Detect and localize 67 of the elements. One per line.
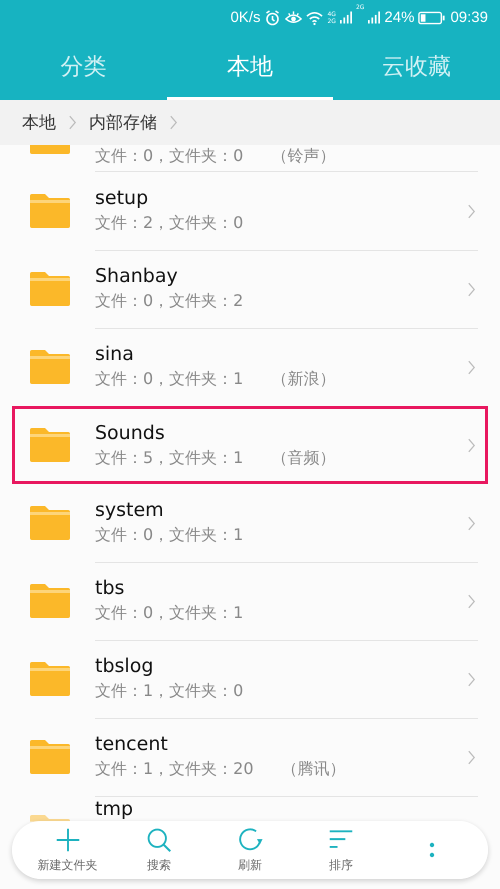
toolbar-button[interactable]: 排序 <box>301 826 382 874</box>
toolbar-button[interactable]: 刷新 <box>210 826 290 874</box>
folder-info: 文件：0，文件夹：1 <box>95 525 244 546</box>
chevron-icon <box>467 592 476 610</box>
folder-icon <box>28 427 72 463</box>
chevron-icon <box>467 358 476 376</box>
breadcrumb-item[interactable]: 内部存储 <box>89 111 157 134</box>
wifi-icon <box>306 10 324 26</box>
toolbar-button[interactable]: 搜索 <box>118 826 199 874</box>
folder-row[interactable]: Shanbay 文件：0，文件夹：2 <box>0 250 500 328</box>
folder-icon <box>28 271 72 307</box>
search-icon <box>146 826 172 852</box>
folder-row[interactable]: tencent 文件：1，文件夹：20 （腾讯） <box>0 718 500 796</box>
folder-row[interactable]: setup 文件：2，文件夹：0 <box>0 172 500 250</box>
folder-icon <box>28 505 72 541</box>
folder-icon <box>28 349 72 385</box>
chevron-icon <box>68 114 77 131</box>
network-speed: 0K/s <box>230 9 260 26</box>
chevron-icon <box>467 280 476 298</box>
folder-row[interactable]: sina 文件：0，文件夹：1 （新浪） <box>0 328 500 406</box>
folder-icon <box>28 193 72 229</box>
folder-info: 文件：0，文件夹：2 <box>95 291 244 312</box>
folder-tag: （腾讯） <box>282 759 346 780</box>
folder-tag: （新浪） <box>271 369 336 390</box>
folder-name: setup <box>95 187 150 209</box>
highlighted-folder-row[interactable]: Sounds 文件：5，文件夹：1 （音频） <box>12 406 488 484</box>
chevron-icon <box>467 436 476 454</box>
clock: 09:39 <box>450 9 488 26</box>
folder-icon <box>28 661 72 697</box>
alarm-icon <box>264 10 282 26</box>
chevron-icon <box>467 202 476 220</box>
folder-name: system <box>95 499 165 521</box>
chevron-icon <box>169 114 178 131</box>
breadcrumb-item[interactable]: 本地 <box>22 111 56 134</box>
folder-name: tencent <box>95 733 169 755</box>
folder-name: tbslog <box>95 655 154 677</box>
folder-row[interactable]: tbs 文件：0，文件夹：1 <box>0 562 500 640</box>
folder-icon <box>28 583 72 619</box>
folder-name: Sounds <box>95 422 166 444</box>
folder-tag: （铃声） <box>271 146 336 167</box>
eye-icon <box>285 10 302 26</box>
folder-info: 文件：1，文件夹：20 <box>95 759 254 780</box>
folder-row[interactable]: tbslog 文件：1，文件夹：0 <box>0 640 500 718</box>
folder-info: 文件：0，文件夹：0 <box>95 146 244 167</box>
folder-name: tmp <box>95 798 134 820</box>
signal-icon <box>368 11 380 24</box>
folder-icon <box>28 739 72 775</box>
folder-info: 文件：5，文件夹：1 <box>95 448 244 468</box>
battery-icon <box>418 10 446 24</box>
folder-info: 文件：0，文件夹：1 <box>95 603 244 624</box>
folder-info: 文件：1，文件夹：0 <box>95 681 244 702</box>
refresh-icon <box>236 826 263 852</box>
toolbar-button[interactable]: 新建文件夹 <box>28 826 108 874</box>
chevron-icon <box>467 748 476 766</box>
folder-row[interactable]: system 文件：0，文件夹：1 <box>0 484 500 562</box>
plus-icon <box>54 826 81 852</box>
folder-name: Shanbay <box>95 265 179 287</box>
folder-tag: （音频） <box>271 448 336 468</box>
signal-icon <box>340 11 352 24</box>
chevron-icon <box>467 670 476 688</box>
chevron-icon <box>467 514 476 532</box>
folder-info: 文件：2，文件夹：0 <box>95 213 244 234</box>
more-icon <box>429 842 436 858</box>
battery-percent: 24% <box>384 9 414 26</box>
folder-name: tbs <box>95 577 126 599</box>
folder-name: sina <box>95 343 135 365</box>
folder-info: 文件：0，文件夹：1 <box>95 369 244 390</box>
